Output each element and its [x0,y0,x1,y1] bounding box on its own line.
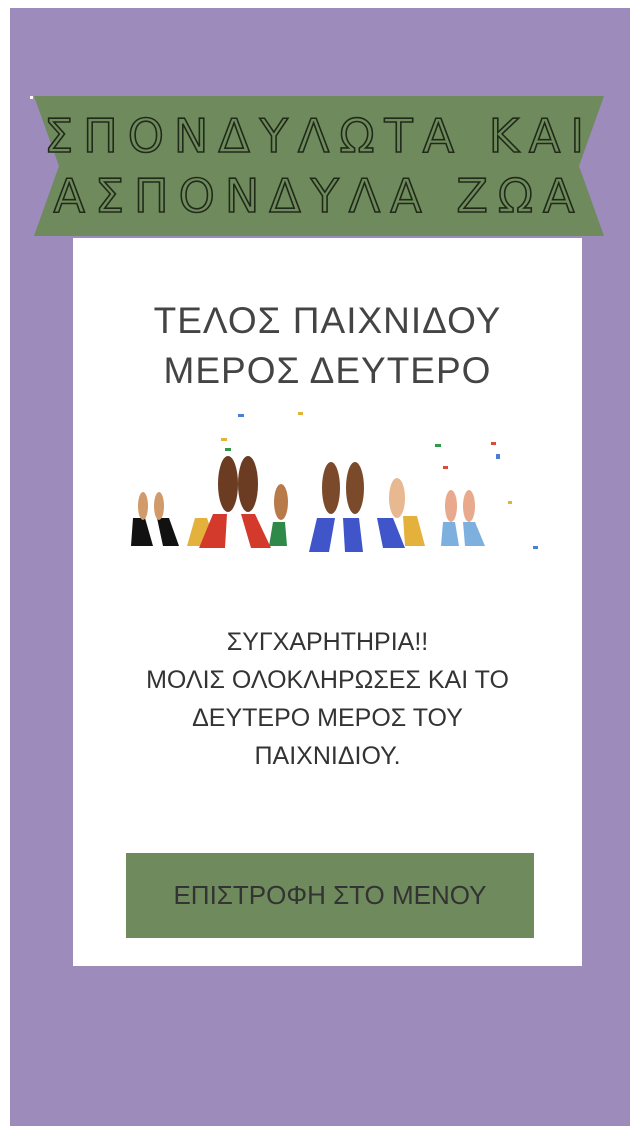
message-line4: ΠΑΙΧΝΙΔΙΟΥ. [254,742,401,770]
app-screen: ΣΠΟΝΔΥΛΩΤΑ ΚΑΙ ΑΣΠΟΝΔΥΛΑ ΖΩΑ ΤΕΛΟΣ ΠΑΙΧΝ… [10,8,630,1126]
banner-title: ΣΠΟΝΔΥΛΩΤΑ ΚΑΙ ΑΣΠΟΝΔΥΛΑ ΖΩΑ [34,96,604,236]
banner-title-line1: ΣΠΟΝΔΥΛΩΤΑ ΚΑΙ [43,108,594,164]
title-banner: ΣΠΟΝΔΥΛΩΤΑ ΚΑΙ ΑΣΠΟΝΔΥΛΑ ΖΩΑ [34,96,604,236]
card-title-line1: ΤΕΛΟΣ ΠΑΙΧΝΙΔΟΥ [153,300,502,341]
message-line3: ΔΕΥΤΕΡΟ ΜΕΡΟΣ ΤΟΥ [192,704,463,732]
game-over-card: ΤΕΛΟΣ ΠΑΙΧΝΙΔΟΥ ΜΕΡΟΣ ΔΕΥΤΕΡΟ ΣΥΓΧΑΡΗΤΗΡ… [73,238,582,966]
decor-dot [30,96,33,99]
return-to-menu-button[interactable]: ΕΠΙΣΤΡΟΦΗ ΣΤΟ ΜΕΝΟΥ [126,853,534,938]
banner-title-line2: ΑΣΠΟΝΔΥΛΑ ΖΩΑ [53,168,585,224]
message-line2: ΜΟΛΙΣ ΟΛΟΚΛΗΡΩΣΕΣ ΚΑΙ ΤΟ [146,666,509,694]
clapping-hands-confetti-icon [131,412,538,552]
message-line1: ΣΥΓΧΑΡΗΤΗΡΙΑ!! [226,628,429,656]
card-title: ΤΕΛΟΣ ΠΑΙΧΝΙΔΟΥ ΜΕΡΟΣ ΔΕΥΤΕΡΟ [73,296,582,396]
congratulations-message: ΣΥΓΧΑΡΗΤΗΡΙΑ!! ΜΟΛΙΣ ΟΛΟΚΛΗΡΩΣΕΣ ΚΑΙ ΤΟ … [73,623,582,775]
card-title-line2: ΜΕΡΟΣ ΔΕΥΤΕΡΟ [163,350,492,391]
